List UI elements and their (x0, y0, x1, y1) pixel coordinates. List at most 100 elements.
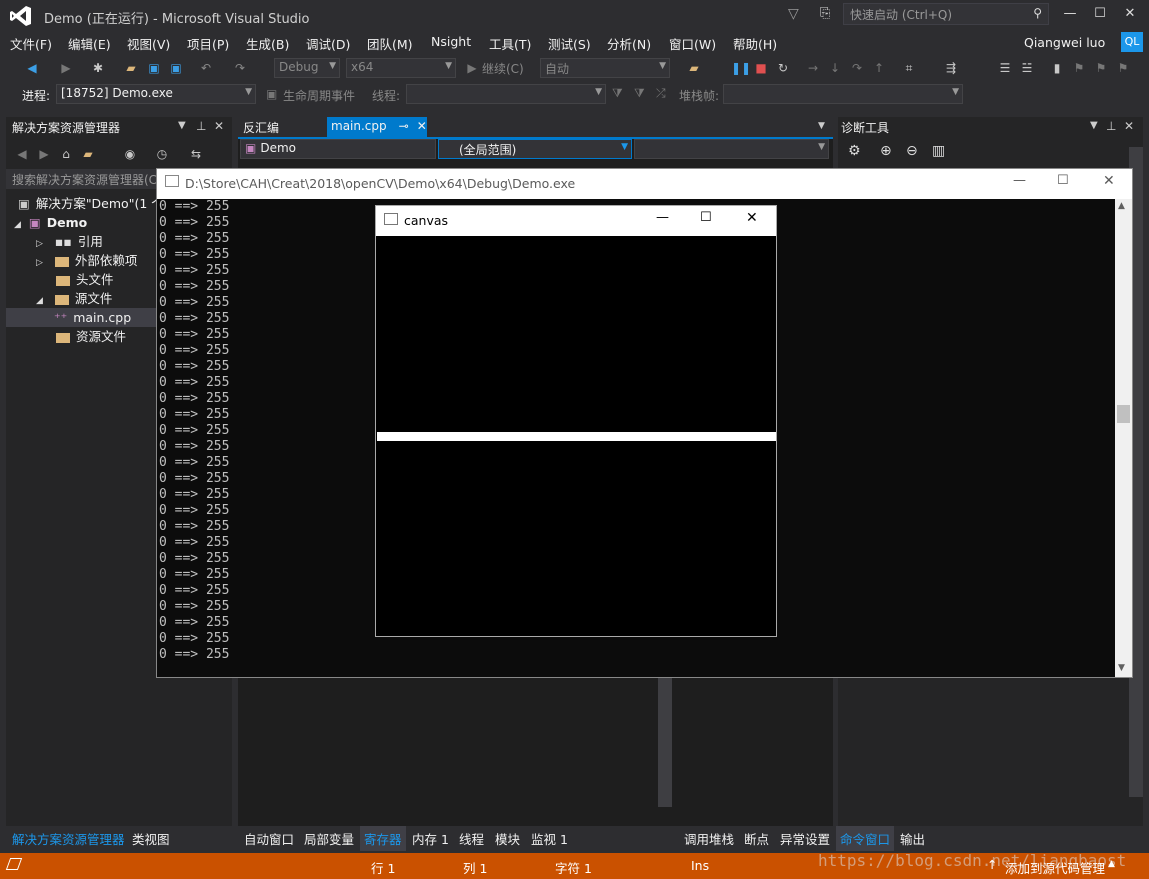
menu-debug[interactable]: 调试(D) (306, 34, 350, 53)
console-minimize-button[interactable]: — (1013, 173, 1026, 188)
stack-frame-select[interactable]: ▼ (723, 84, 963, 104)
menu-file[interactable]: 文件(F) (10, 34, 52, 53)
save-all-icon[interactable]: ▣ (168, 60, 184, 76)
thread-icon[interactable]: ⇶ (943, 60, 959, 76)
reset-view-icon[interactable]: ▥ (932, 143, 945, 159)
tree-item-headers[interactable]: 头文件 (56, 270, 114, 289)
menu-edit[interactable]: 编辑(E) (68, 34, 111, 53)
close-button[interactable]: ✕ (1115, 2, 1145, 26)
lifecycle-button[interactable]: 生命周期事件 (283, 87, 355, 104)
tab-class-view[interactable]: 类视图 (132, 829, 170, 848)
tab-exception-settings[interactable]: 异常设置 (780, 829, 830, 848)
tree-solution[interactable]: ▣ 解决方案"Demo"(1 个 (18, 194, 164, 213)
switch-views-icon[interactable]: ▰ (80, 146, 96, 162)
tree-item-references[interactable]: ▷ ▪▪ 引用 (36, 232, 103, 251)
tab-modules[interactable]: 模块 (495, 829, 520, 848)
nsight-icon[interactable]: ▰ (686, 60, 702, 76)
menu-help[interactable]: 帮助(H) (733, 34, 777, 53)
user-name[interactable]: Qiangwei luo (1024, 35, 1105, 50)
panel-menu-icon[interactable]: ▼ (178, 120, 186, 131)
show-all-files-icon[interactable]: ◉ (122, 146, 138, 162)
stop-icon[interactable]: ■ (753, 60, 769, 76)
tree-item-sources[interactable]: ◢ 源文件 (36, 289, 112, 308)
source-control-caret-icon[interactable]: ▲ (1108, 859, 1115, 869)
collapse-icon[interactable]: ▷ (36, 258, 43, 268)
tab-autos[interactable]: 自动窗口 (244, 829, 294, 848)
uncomment-icon[interactable]: ☱ (1019, 60, 1035, 76)
menu-team[interactable]: 团队(M) (367, 34, 413, 53)
pin-icon[interactable]: ⊥ (1106, 119, 1116, 133)
clear-bookmarks-icon[interactable]: ⚑ (1115, 60, 1131, 76)
continue-icon[interactable]: ▶ (464, 60, 480, 76)
thread-select[interactable]: ▼ (406, 84, 606, 104)
tab-disassembly[interactable]: 反汇编 (243, 119, 279, 136)
show-flagged-icon[interactable]: ⧩ (634, 86, 645, 101)
filter-icon[interactable]: ▽ (788, 6, 799, 22)
auto-select[interactable]: 自动 ▼ (540, 58, 670, 78)
bookmark-icon[interactable]: ▮ (1049, 60, 1065, 76)
scope-middle-select[interactable]: (全局范围) ▼ (438, 139, 632, 159)
history-icon[interactable]: ◷ (154, 146, 170, 162)
user-avatar[interactable]: QL (1121, 32, 1143, 52)
tab-call-stack[interactable]: 调用堆栈 (684, 829, 734, 848)
menu-tools[interactable]: 工具(T) (489, 34, 531, 53)
back-icon[interactable]: ◀ (24, 60, 40, 76)
expand-icon[interactable]: ◢ (36, 296, 43, 306)
back-icon[interactable]: ◀ (14, 146, 30, 162)
restart-icon[interactable]: ↻ (775, 60, 791, 76)
editor-scrollbar[interactable] (658, 677, 672, 807)
settings-icon[interactable]: ⚙ (848, 143, 861, 159)
console-close-button[interactable]: ✕ (1103, 173, 1115, 189)
canvas-window[interactable]: canvas — ☐ ✕ (375, 205, 777, 637)
tab-breakpoints[interactable]: 断点 (744, 829, 769, 848)
scroll-up-icon[interactable]: ▲ (1118, 201, 1125, 211)
new-project-icon[interactable]: ✱ (90, 60, 106, 76)
step-into-icon[interactable]: ↓ (827, 60, 843, 76)
undo-icon[interactable]: ↶ (198, 60, 214, 76)
menu-view[interactable]: 视图(V) (127, 34, 170, 53)
save-icon[interactable]: ▣ (146, 60, 162, 76)
menu-build[interactable]: 生成(B) (246, 34, 289, 53)
next-bookmark-icon[interactable]: ⚑ (1093, 60, 1109, 76)
console-maximize-button[interactable]: ☐ (1057, 173, 1069, 188)
step-over-icon[interactable]: ↷ (849, 60, 865, 76)
scroll-thumb[interactable] (1117, 405, 1130, 423)
panel-menu-icon[interactable]: ▼ (1090, 120, 1098, 131)
tab-registers[interactable]: 寄存器 (360, 826, 406, 851)
forward-icon[interactable]: ▶ (58, 60, 74, 76)
flag-thread-icon[interactable]: ⧩ (612, 86, 623, 101)
menu-project[interactable]: 项目(P) (187, 34, 229, 53)
menu-test[interactable]: 测试(S) (548, 34, 591, 53)
tab-command-window[interactable]: 命令窗口 (836, 826, 895, 851)
continue-button[interactable]: 继续(C) (482, 60, 524, 77)
tab-watch[interactable]: 监视 1 (531, 829, 568, 848)
add-to-source-control-button[interactable]: 添加到源代码管理 (1005, 858, 1105, 877)
comment-icon[interactable]: ☰ (997, 60, 1013, 76)
tab-output[interactable]: 输出 (900, 829, 925, 848)
menu-window[interactable]: 窗口(W) (669, 34, 716, 53)
platform-select[interactable]: x64 ▼ (346, 58, 456, 78)
collapse-icon[interactable]: ▷ (36, 239, 43, 249)
redo-icon[interactable]: ↷ (232, 60, 248, 76)
step-out-icon[interactable]: ↑ (871, 60, 887, 76)
canvas-minimize-button[interactable]: — (656, 210, 669, 225)
sync-icon[interactable]: ⇆ (188, 146, 204, 162)
pause-icon[interactable]: ❚❚ (731, 60, 751, 76)
process-select[interactable]: [18752] Demo.exe ▼ (56, 84, 256, 104)
canvas-close-button[interactable]: ✕ (746, 210, 758, 226)
feedback-icon[interactable]: ⎘ (820, 6, 830, 21)
console-scrollbar[interactable]: ▲ ▼ (1115, 199, 1132, 677)
scroll-down-icon[interactable]: ▼ (1118, 663, 1125, 673)
canvas-maximize-button[interactable]: ☐ (700, 210, 712, 225)
prev-bookmark-icon[interactable]: ⚑ (1071, 60, 1087, 76)
tree-project[interactable]: ◢ ▣ Demo (14, 213, 87, 232)
maximize-button[interactable]: ☐ (1085, 2, 1115, 26)
tree-item-main-cpp[interactable]: ⁺⁺ main.cpp (6, 308, 156, 327)
configuration-select[interactable]: Debug ▼ (274, 58, 340, 78)
menu-nsight[interactable]: Nsight (431, 34, 471, 49)
quick-launch-input[interactable]: 快速启动 (Ctrl+Q) ⚲ (843, 3, 1049, 25)
scope-right-select[interactable]: ▼ (634, 139, 829, 159)
pin-icon[interactable]: ⊥ (196, 119, 206, 133)
expand-icon[interactable]: ◢ (14, 220, 21, 230)
menu-analyze[interactable]: 分析(N) (607, 34, 651, 53)
